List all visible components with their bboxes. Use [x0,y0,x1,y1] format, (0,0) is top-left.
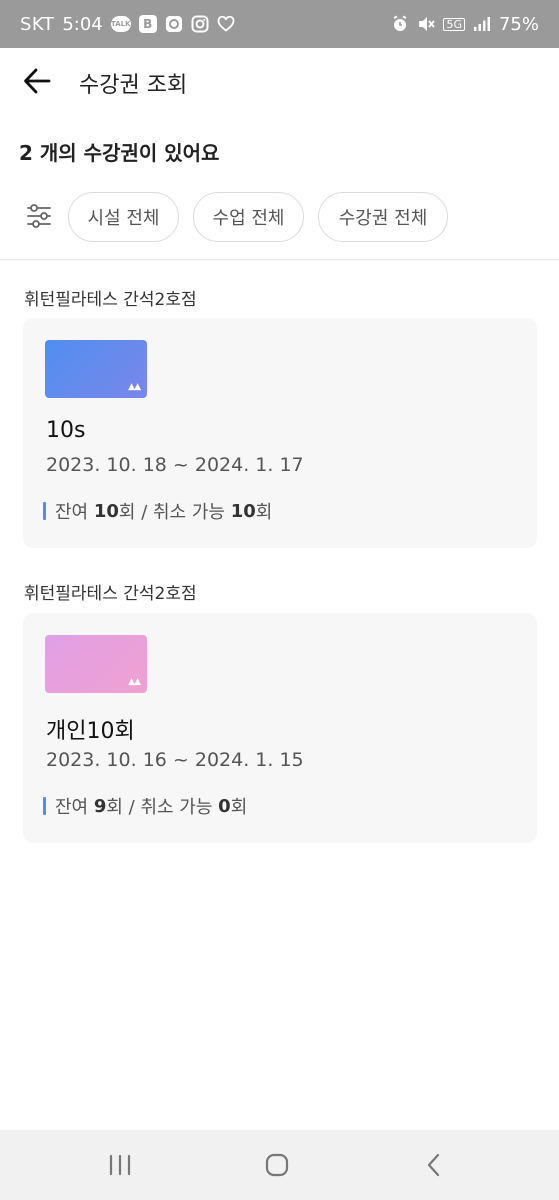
clock: 5:04 [62,13,103,35]
pass-filter-chip[interactable]: 수강권 전체 [318,192,448,242]
signal-icon [473,16,491,32]
remaining-unit: 회 / 취소 가능 [118,502,225,523]
back-button[interactable] [18,62,56,100]
heart-icon [217,16,235,32]
cancellable-count: 0 [218,795,231,817]
pass-usage: 잔여 9회 / 취소 가능 0회 [43,793,247,819]
page-title: 수강권 조회 [79,73,188,98]
recent-apps-button[interactable] [100,1148,140,1182]
pass-count-heading: 2 개의 수강권이 있어요 [19,141,220,165]
talk-label: TALK [110,19,131,28]
filter-button[interactable] [25,202,53,230]
brand-logo-icon: ▲▲ [128,677,141,687]
pass-period: 2023. 10. 18 ~ 2024. 1. 17 [46,454,304,476]
cancellable-unit: 회 [255,502,273,523]
remaining-unit: 회 / 취소 가능 [106,797,213,818]
pass-thumbnail: ▲▲ [45,635,147,693]
app-header: 수강권 조회 [0,48,559,114]
pass-name: 10s [46,418,86,443]
cancellable-count: 10 [230,500,256,522]
facility-filter-chip[interactable]: 시설 전체 [68,192,179,242]
carrier-label: SKT [20,13,55,35]
battery-label: 75% [498,13,539,35]
facility-name: 휘턴필라테스 간석2호점 [24,584,197,604]
system-nav-bar [0,1130,559,1200]
cancellable-unit: 회 [230,797,248,818]
kakaotalk-icon: TALK [110,16,131,32]
pass-name: 개인10회 [46,719,135,744]
remaining-count: 9 [93,795,107,817]
remaining-count: 10 [93,500,119,522]
status-right: 5G 75% [391,14,539,35]
network-5g-icon: 5G [443,17,465,31]
remaining-label: 잔여 [55,797,89,818]
network-label: 5G [446,17,462,31]
remaining-label: 잔여 [55,502,89,523]
sliders-icon [27,204,51,228]
b-app-icon: B [138,15,157,33]
status-bar: SKT 5:04 TALK B 5G 75% [0,0,559,48]
class-filter-chip[interactable]: 수업 전체 [193,192,304,242]
status-left: SKT 5:04 TALK B [20,14,235,35]
recent-apps-icon [109,1154,131,1176]
b-label: B [143,17,153,31]
usage-indicator-bar [43,797,46,815]
pass-card[interactable]: ▲▲ 10s 2023. 10. 18 ~ 2024. 1. 17 잔여 10 회… [23,318,537,548]
alarm-icon [391,15,409,33]
filter-row: 시설 전체 수업 전체 수강권 전체 [0,191,559,243]
home-icon [265,1153,289,1177]
arrow-left-icon [24,68,51,94]
nav-back-button[interactable] [414,1148,454,1182]
app-notification-icon [165,15,183,33]
usage-indicator-bar [43,502,46,520]
pass-usage: 잔여 10 회 / 취소 가능 10 회 [43,498,272,524]
divider [0,259,559,260]
home-button[interactable] [257,1148,297,1182]
brand-logo-icon: ▲▲ [128,382,141,392]
facility-name: 휘턴필라테스 간석2호점 [24,290,197,310]
chevron-left-icon [427,1153,440,1177]
instagram-icon [191,15,209,33]
pass-period: 2023. 10. 16 ~ 2024. 1. 15 [46,749,304,771]
mute-icon [417,15,436,33]
pass-card[interactable]: ▲▲ 개인10회 2023. 10. 16 ~ 2024. 1. 15 잔여 9… [23,613,537,843]
pass-thumbnail: ▲▲ [45,340,147,398]
